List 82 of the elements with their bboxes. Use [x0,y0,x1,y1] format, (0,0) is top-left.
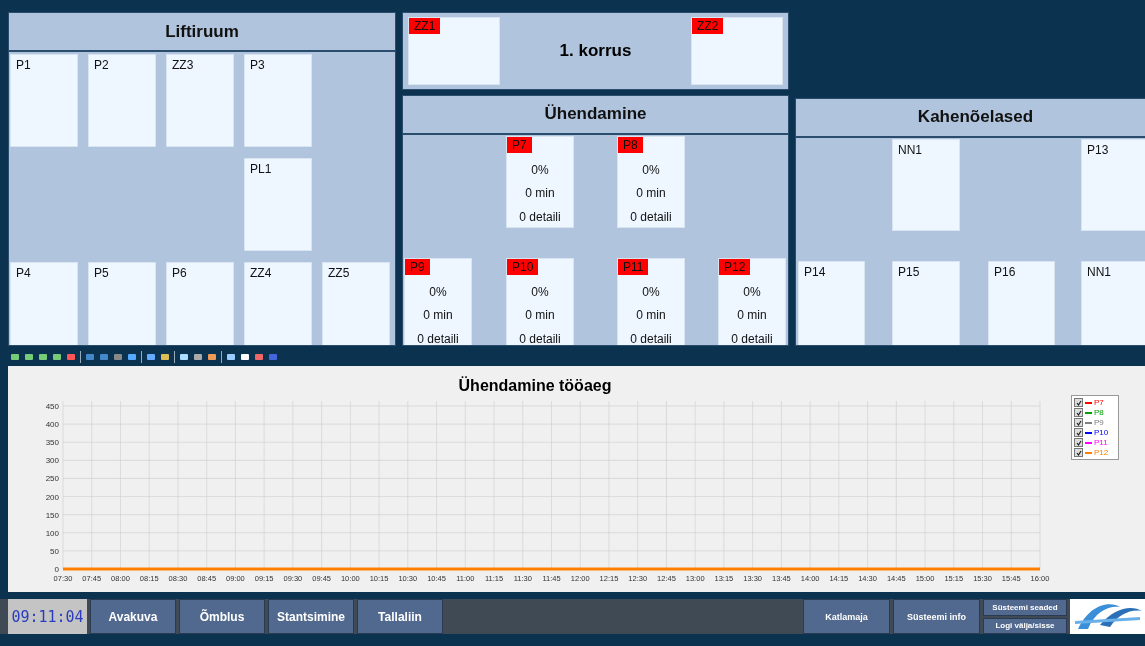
percent-value: 0% [743,284,761,299]
clock-display: 09:11:04 [8,599,87,634]
nav-button[interactable]: Süsteemi info [893,599,980,634]
y-tick-label: 250 [45,474,59,484]
machine-label: P13 [1086,141,1109,157]
legend-checkbox[interactable] [1074,398,1083,407]
toolbar-separator [174,351,175,363]
machine-label: P11 [618,258,649,275]
machine-label: ZZ1 [409,18,441,34]
machine-label: P3 [249,57,265,72]
legend-label: P9 [1094,418,1104,427]
machine-label: ZZ4 [249,265,272,280]
minutes-value: 0 min [636,186,666,201]
y-tick-label: 350 [45,438,59,448]
legend-label: P7 [1094,398,1104,407]
toolbar-separator [141,351,142,363]
nav-button[interactable]: Tallaliin [357,599,443,634]
nav-button[interactable]: Avakuva [90,599,176,634]
nav-button[interactable]: Katlamaja [803,599,890,634]
parts-count: 0 detaili [519,209,561,224]
minutes-value: 0 min [737,308,767,323]
machine-label: P9 [405,258,430,275]
machine-label: PL1 [249,161,272,176]
y-tick-label: 0 [54,565,59,574]
machine-label: P12 [719,258,751,275]
legend-checkbox[interactable] [1074,418,1083,427]
machine-label: P2 [93,57,109,72]
percent-value: 0% [642,162,660,177]
machine-label: P6 [171,265,187,280]
parts-count: 0 detaili [630,331,672,345]
nav-button[interactable]: Logi välja/sisse [983,617,1067,634]
machine-label: ZZ3 [171,57,194,72]
y-tick-label: 300 [45,456,59,466]
machine-label: P7 [507,136,532,153]
legend-checkbox[interactable] [1074,448,1083,457]
nav-button[interactable]: Õmblus [179,599,265,634]
y-tick-label: 450 [45,402,59,411]
machine-label: NN1 [1086,263,1111,279]
panel-title: 1. korrus [559,41,632,61]
y-tick-label: 100 [45,528,59,538]
panel-title: Ühendamine [403,95,788,135]
machine-label: P16 [993,263,1016,279]
nav-button[interactable]: Süsteemi seaded [983,599,1067,616]
legend-label: P10 [1094,428,1109,437]
machine-label: P4 [15,265,31,280]
panel-title: Kahenõelased [796,98,1145,138]
legend-label: P11 [1094,438,1108,447]
percent-value: 0% [642,284,660,299]
legend-label: P8 [1094,408,1104,417]
parts-count: 0 detaili [519,331,561,345]
percent-value: 0% [531,284,549,299]
legend-checkbox[interactable] [1074,408,1083,417]
machine-label: NN1 [897,141,922,157]
machine-label: ZZ2 [692,18,724,34]
nav-button[interactable]: Stantsimine [268,599,354,634]
toolbar-separator [221,351,222,363]
machine-label: P1 [15,57,31,72]
minutes-value: 0 min [525,186,555,201]
y-tick-label: 200 [45,492,59,502]
machine-label: P15 [897,263,920,279]
chart-title: Ühendamine tööaeg [458,377,612,394]
y-tick-label: 400 [45,420,59,430]
machine-label: P8 [618,136,643,153]
minutes-value: 0 min [636,308,666,323]
toolbar-separator [80,351,81,363]
minutes-value: 0 min [525,308,555,323]
machine-label: P14 [803,263,826,279]
legend-label: P12 [1094,448,1109,457]
percent-value: 0% [531,162,549,177]
parts-count: 0 detaili [417,331,459,345]
parts-count: 0 detaili [630,209,672,224]
percent-value: 0% [429,284,447,299]
machine-label: P5 [93,265,109,280]
legend-checkbox[interactable] [1074,438,1083,447]
machine-label: P10 [507,258,539,275]
parts-count: 0 detaili [731,331,773,345]
y-tick-label: 150 [45,510,59,520]
machine-label: ZZ5 [327,265,350,280]
legend-checkbox[interactable] [1074,428,1083,437]
y-tick-label: 50 [50,546,59,556]
minutes-value: 0 min [423,308,453,323]
panel-title: Liftiruum [9,13,395,52]
